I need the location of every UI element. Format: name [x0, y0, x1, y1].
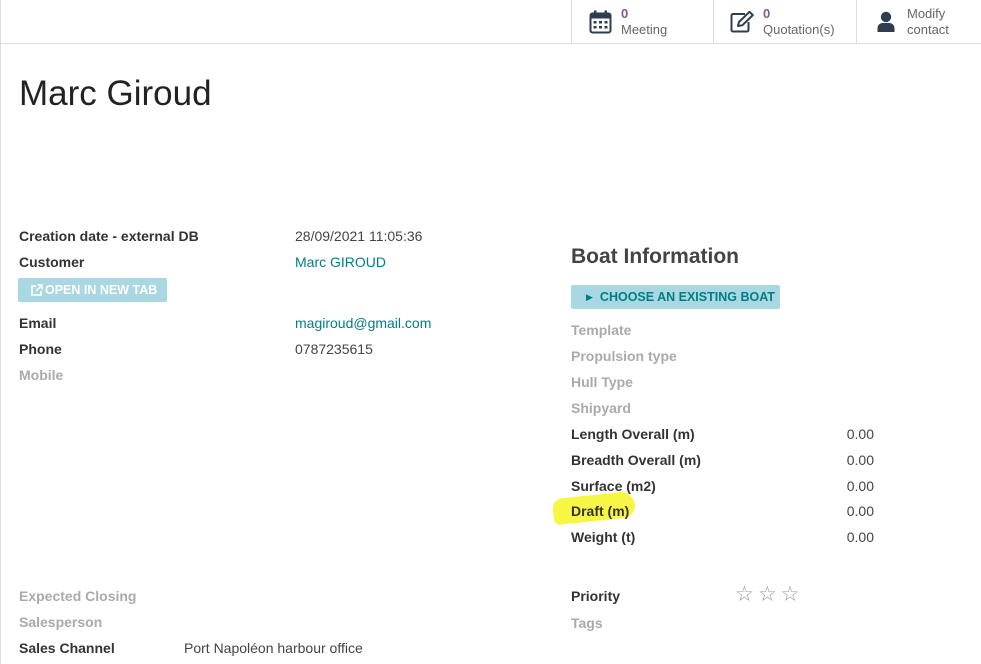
length-overall-value[interactable]: 0.00 — [847, 426, 874, 442]
button-box: 0 Meeting 0 Quotation(s) Modify contact — [0, 0, 981, 44]
star-icon[interactable]: ☆ — [758, 584, 777, 605]
priority-label: Priority — [571, 588, 621, 604]
length-overall-label: Length Overall (m) — [571, 426, 695, 442]
draft-label: Draft (m) — [571, 503, 630, 519]
star-icon[interactable]: ☆ — [781, 584, 800, 605]
modify-contact-button[interactable]: Modify contact — [856, 0, 981, 43]
calendar-icon — [588, 10, 612, 34]
modify-contact-line1: Modify — [907, 5, 946, 21]
meeting-stat-button[interactable]: 0 Meeting — [571, 0, 713, 43]
creation-date-value: 28/09/2021 11:05:36 — [295, 228, 423, 244]
expected-closing-label: Expected Closing — [19, 588, 137, 604]
meeting-count: 0 — [621, 5, 629, 21]
surface-value[interactable]: 0.00 — [847, 478, 874, 494]
record-title: Marc Giroud — [19, 74, 212, 113]
weight-label: Weight (t) — [571, 529, 636, 545]
surface-label: Surface (m2) — [571, 478, 656, 494]
email-label: Email — [19, 315, 57, 331]
hull-type-label: Hull Type — [571, 374, 633, 390]
customer-label: Customer — [19, 254, 85, 270]
tags-label: Tags — [571, 615, 603, 631]
mobile-label: Mobile — [19, 367, 64, 383]
caret-right-icon: ▶ — [586, 291, 593, 302]
meeting-label: Meeting — [621, 21, 668, 37]
modify-contact-line2: contact — [907, 21, 949, 37]
weight-value[interactable]: 0.00 — [847, 529, 874, 545]
quotations-count: 0 — [763, 5, 771, 21]
sales-channel-value[interactable]: Port Napoléon harbour office — [184, 640, 363, 656]
breadth-overall-value[interactable]: 0.00 — [847, 452, 874, 468]
form-left-border — [0, 0, 1, 664]
external-link-icon — [30, 283, 43, 297]
sales-channel-label: Sales Channel — [19, 640, 115, 656]
phone-value[interactable]: 0787235615 — [295, 341, 373, 357]
boat-information-heading: Boat Information — [571, 245, 739, 268]
customer-link[interactable]: Marc GIROUD — [295, 254, 386, 270]
user-icon — [874, 10, 898, 34]
open-in-new-tab-label: OPEN IN NEW TAB — [45, 283, 158, 297]
breadth-overall-label: Breadth Overall (m) — [571, 452, 701, 468]
priority-stars: ☆ ☆ ☆ — [735, 584, 800, 605]
salesperson-label: Salesperson — [19, 614, 103, 630]
edit-icon — [730, 10, 754, 34]
draft-value[interactable]: 0.00 — [847, 503, 874, 519]
choose-existing-boat-button[interactable]: ▶ CHOOSE AN EXISTING BOAT — [571, 285, 780, 309]
propulsion-type-label: Propulsion type — [571, 348, 677, 364]
phone-label: Phone — [19, 341, 62, 357]
star-icon[interactable]: ☆ — [735, 584, 754, 605]
quotations-label: Quotation(s) — [763, 21, 835, 37]
shipyard-label: Shipyard — [571, 400, 631, 416]
choose-existing-boat-label: CHOOSE AN EXISTING BOAT — [599, 290, 775, 304]
open-in-new-tab-button[interactable]: OPEN IN NEW TAB — [18, 278, 167, 302]
template-label: Template — [571, 322, 632, 338]
quotations-stat-button[interactable]: 0 Quotation(s) — [713, 0, 856, 43]
creation-date-label: Creation date - external DB — [19, 228, 199, 244]
email-link[interactable]: magiroud@gmail.com — [295, 315, 431, 331]
